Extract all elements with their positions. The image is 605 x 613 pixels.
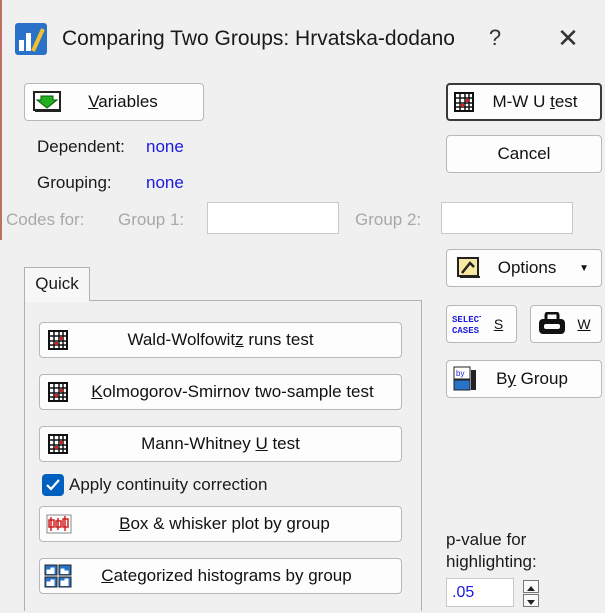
box-whisker-button[interactable]: Box & whisker plot by group <box>39 506 402 542</box>
hist-label-mnemonic: C <box>101 566 114 585</box>
continuity-correction-checkbox[interactable] <box>42 474 64 496</box>
svg-text:CASES: CASES <box>452 326 480 336</box>
select-cases-icon: SELECTCASES <box>451 311 485 337</box>
grid-icon <box>48 382 68 402</box>
weight-button[interactable]: W <box>530 305 602 343</box>
group2-code-input[interactable] <box>441 202 573 234</box>
variables-icon <box>33 91 63 113</box>
wald-label-end: runs test <box>243 330 314 349</box>
grouping-value: none <box>146 173 184 192</box>
pvalue-input[interactable]: .05 <box>446 578 514 607</box>
group1-label: Group 1: <box>118 210 185 229</box>
group1-code-input[interactable] <box>207 202 339 234</box>
bygroup-label: B <box>496 369 508 388</box>
svg-text:by: by <box>456 369 464 378</box>
mwu-label-end: est <box>554 92 578 111</box>
pvalue-label-2: highlighting: <box>446 552 537 571</box>
mann-whitney-button[interactable]: Mann-Whitney U test <box>39 426 402 462</box>
hist-label: ategorized histograms by group <box>113 566 352 585</box>
mwu-label: M-W U <box>492 92 551 111</box>
window-edge <box>0 0 2 240</box>
categorized-histograms-button[interactable]: Categorized histograms by group <box>39 558 402 594</box>
box-whisker-icon <box>46 514 72 534</box>
mw-label-end: test <box>267 434 300 453</box>
histogram-icon <box>44 564 72 588</box>
help-button[interactable]: ? <box>470 18 520 58</box>
svg-text:SELECT: SELECT <box>452 315 481 325</box>
by-group-button[interactable]: by By Group <box>446 360 602 398</box>
grid-icon <box>454 92 474 112</box>
box-label-mnemonic: B <box>119 514 131 533</box>
weight-icon <box>537 311 567 336</box>
cancel-button[interactable]: Cancel <box>446 135 602 173</box>
options-label: Options <box>497 258 557 277</box>
wald-label-mnemonic: z <box>235 330 244 349</box>
chevron-down-icon: ▼ <box>579 262 589 274</box>
ks-label: olmogorov-Smirnov two-sample test <box>102 382 374 401</box>
tab-joiner <box>25 299 89 302</box>
spin-up-icon[interactable] <box>523 580 539 593</box>
grouping-label: Grouping: <box>37 173 112 192</box>
grid-icon <box>48 434 68 454</box>
continuity-correction-label[interactable]: Apply continuity correction <box>69 475 267 495</box>
variables-label: ariables <box>98 92 158 111</box>
ks-label-mnemonic: K <box>91 382 103 401</box>
mw-label: Mann-Whitney <box>141 434 256 453</box>
by-group-icon: by <box>453 366 477 392</box>
mw-u-test-button[interactable]: M-W U test <box>446 83 602 121</box>
dependent-label: Dependent: <box>37 137 125 156</box>
close-button[interactable]: ✕ <box>540 18 596 58</box>
kolmogorov-smirnov-button[interactable]: Kolmogorov-Smirnov two-sample test <box>39 374 402 410</box>
spin-down-icon[interactable] <box>523 594 539 607</box>
codes-label: Codes for: <box>6 210 85 229</box>
variables-button[interactable]: Variables <box>24 83 204 121</box>
grid-icon <box>48 330 68 350</box>
variables-label-mnemonic: V <box>88 92 99 111</box>
options-icon <box>457 257 481 279</box>
box-label: ox & whisker plot by group <box>130 514 330 533</box>
window-title: Comparing Two Groups: Hrvatska-dodano <box>62 27 455 50</box>
weight-label: W <box>577 316 591 332</box>
checkmark-icon <box>46 479 60 491</box>
group2-label: Group 2: <box>355 210 422 229</box>
options-button[interactable]: Options ▼ <box>446 249 602 287</box>
bygroup-label-mnemonic: y <box>507 369 516 388</box>
select-cases-button[interactable]: SELECTCASES S <box>446 305 517 343</box>
wald-label: Wald-Wolfowit <box>127 330 236 349</box>
bygroup-label-end: Group <box>515 369 568 388</box>
cancel-label: Cancel <box>497 144 551 163</box>
select-cases-label: S <box>493 316 504 332</box>
pvalue-label: p-value for <box>446 530 527 549</box>
statistica-app-icon <box>14 22 48 56</box>
tab-quick[interactable]: Quick <box>24 267 90 301</box>
mw-label-mnemonic: U <box>255 434 268 453</box>
dependent-value: none <box>146 137 184 156</box>
wald-wolfowitz-button[interactable]: Wald-Wolfowitz runs test <box>39 322 402 358</box>
